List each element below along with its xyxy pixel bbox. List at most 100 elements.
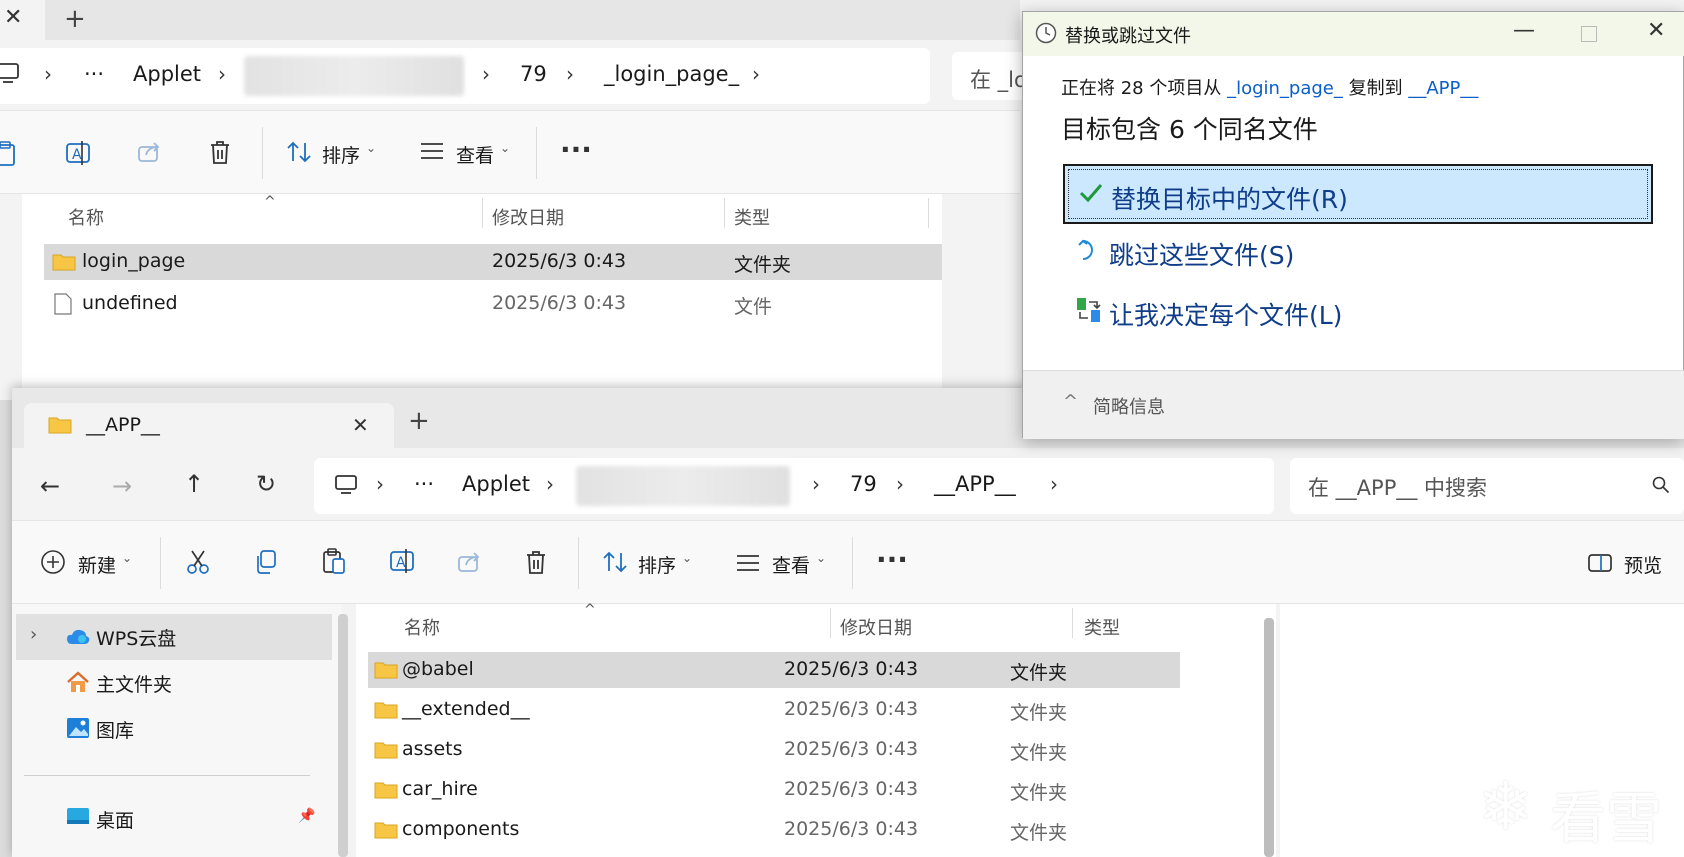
breadcrumb-applet[interactable]: Applet (462, 472, 530, 496)
search-input[interactable]: 在 __APP__ 中搜索 (1290, 458, 1684, 514)
column-divider[interactable] (724, 198, 725, 228)
computer-icon[interactable] (0, 62, 20, 84)
nav-item-gallery[interactable]: 图库 (16, 706, 332, 752)
chevron-down-icon[interactable]: ⌄ (682, 551, 692, 565)
pin-icon[interactable]: 📌 (298, 808, 315, 824)
chevron-down-icon[interactable]: ⌄ (500, 141, 510, 155)
breadcrumb-applet[interactable]: Applet (133, 62, 201, 86)
breadcrumb-login-page[interactable]: _login_page_ (604, 62, 739, 86)
forward-arrow-icon[interactable]: → (112, 472, 132, 500)
refresh-icon[interactable]: ↻ (256, 470, 276, 498)
maximize-icon[interactable] (1581, 26, 1597, 42)
column-header-type[interactable]: 类型 (734, 204, 770, 230)
less-details-toggle[interactable]: ^ 简略信息 (1063, 391, 1203, 421)
column-header-date[interactable]: 修改日期 (492, 204, 564, 230)
paste-icon[interactable] (0, 141, 18, 167)
chevron-down-icon[interactable]: ⌄ (122, 551, 132, 565)
nav-item-home[interactable]: 主文件夹 (16, 660, 332, 706)
computer-icon[interactable] (334, 474, 358, 496)
paste-icon[interactable] (322, 547, 346, 575)
sort-button-label[interactable]: 排序 (638, 551, 676, 578)
view-icon[interactable] (420, 141, 444, 161)
table-row[interactable]: assets 2025/6/3 0:43 文件夹 (368, 732, 1180, 768)
new-plus-icon[interactable] (40, 549, 66, 575)
table-row[interactable]: __extended__ 2025/6/3 0:43 文件夹 (368, 692, 1180, 728)
sort-icon[interactable] (286, 139, 312, 165)
column-header-name[interactable]: 名称 (404, 614, 440, 640)
breadcrumb-chevron[interactable]: › (812, 472, 820, 496)
column-divider[interactable] (482, 198, 483, 228)
table-row[interactable]: login_page 2025/6/3 0:43 文件夹 (44, 244, 942, 280)
rename-icon[interactable]: A (388, 547, 416, 575)
table-row[interactable]: @babel 2025/6/3 0:43 文件夹 (368, 652, 1180, 688)
cloud-icon (66, 628, 90, 646)
search-icon[interactable] (1652, 476, 1670, 494)
preview-pane-icon[interactable] (1588, 553, 1612, 573)
back-arrow-icon[interactable]: ← (40, 472, 60, 500)
breadcrumb-chevron[interactable]: › (546, 472, 554, 496)
tab-app[interactable]: __APP__ ✕ (24, 403, 394, 449)
breadcrumb-chevron[interactable]: › (752, 62, 760, 86)
view-button-label[interactable]: 查看 (456, 141, 494, 168)
new-tab-icon[interactable]: + (408, 406, 430, 436)
breadcrumb-79[interactable]: 79 (520, 62, 547, 86)
sort-icon[interactable] (602, 549, 628, 575)
breadcrumb-chevron[interactable]: › (44, 62, 52, 86)
view-icon[interactable] (736, 553, 760, 573)
column-divider[interactable] (1072, 608, 1073, 638)
breadcrumb-chevron[interactable]: › (376, 472, 384, 496)
table-row[interactable]: car_hire 2025/6/3 0:43 文件夹 (368, 772, 1180, 808)
list-scrollbar[interactable] (1264, 618, 1274, 857)
breadcrumb-chevron[interactable]: › (218, 62, 226, 86)
breadcrumb-chevron[interactable]: › (566, 62, 574, 86)
nav-scrollbar[interactable] (338, 614, 348, 857)
nav-item-desktop[interactable]: 桌面 📌 (16, 794, 332, 840)
column-header-type[interactable]: 类型 (1084, 614, 1120, 640)
sort-button-label[interactable]: 排序 (322, 141, 360, 168)
replace-or-skip-dialog: 替换或跳过文件 — ✕ 正在将 28 个项目从 _login_page_ 复制到… (1022, 11, 1684, 439)
close-icon[interactable]: ✕ (1647, 18, 1665, 43)
decide-each-option[interactable]: 让我决定每个文件(L) (1063, 282, 1653, 342)
column-header-name[interactable]: 名称 (68, 204, 104, 230)
source-folder-link[interactable]: _login_page_ (1227, 78, 1343, 99)
breadcrumb-chevron[interactable]: › (1050, 472, 1058, 496)
new-button-label[interactable]: 新建 (78, 551, 116, 578)
cut-icon[interactable] (186, 549, 210, 575)
option-label: 跳过这些文件(S) (1109, 241, 1295, 270)
chevron-down-icon[interactable]: ⌄ (816, 551, 826, 565)
dest-folder-link[interactable]: __APP__ (1408, 78, 1478, 99)
table-row[interactable]: undefined 2025/6/3 0:43 文件 (44, 286, 942, 322)
chevron-down-icon[interactable]: ⌄ (366, 141, 376, 155)
share-icon[interactable] (456, 549, 482, 575)
nav-item-wps-cloud[interactable]: › WPS云盘 (16, 614, 332, 660)
breadcrumb-chevron[interactable]: › (896, 472, 904, 496)
view-button-label[interactable]: 查看 (772, 551, 810, 578)
rename-icon[interactable]: A (64, 139, 92, 167)
more-options-icon[interactable]: ··· (560, 133, 592, 166)
chevron-right-icon[interactable]: › (30, 624, 37, 645)
share-icon[interactable] (136, 139, 162, 165)
skip-files-option[interactable]: 跳过这些文件(S) (1063, 222, 1653, 282)
breadcrumb-more[interactable]: ··· (84, 62, 104, 86)
copy-icon[interactable] (254, 549, 278, 575)
breadcrumb-more[interactable]: ··· (414, 472, 434, 496)
new-tab-icon[interactable]: + (64, 4, 86, 34)
minimize-icon[interactable]: — (1513, 18, 1535, 43)
address-bar[interactable]: › ··· Applet › › 79 › __APP__ › (314, 458, 1274, 514)
column-header-date[interactable]: 修改日期 (840, 614, 912, 640)
delete-icon[interactable] (208, 139, 232, 165)
close-tab-icon[interactable]: ✕ (352, 413, 369, 437)
table-row[interactable]: components 2025/6/3 0:43 文件夹 (368, 812, 1180, 848)
delete-icon[interactable] (524, 549, 548, 575)
up-arrow-icon[interactable]: ↑ (184, 470, 204, 498)
more-options-icon[interactable]: ··· (876, 543, 908, 576)
tab-login-page[interactable]: ✕ (0, 0, 45, 40)
preview-button-label[interactable]: 预览 (1624, 551, 1662, 578)
column-divider[interactable] (928, 198, 929, 228)
breadcrumb-app[interactable]: __APP__ (934, 472, 1016, 496)
column-divider[interactable] (830, 608, 831, 638)
breadcrumb-79[interactable]: 79 (850, 472, 877, 496)
replace-files-option[interactable]: 替换目标中的文件(R) (1063, 164, 1653, 224)
close-tab-icon[interactable]: ✕ (4, 5, 22, 30)
breadcrumb-chevron[interactable]: › (482, 62, 490, 86)
